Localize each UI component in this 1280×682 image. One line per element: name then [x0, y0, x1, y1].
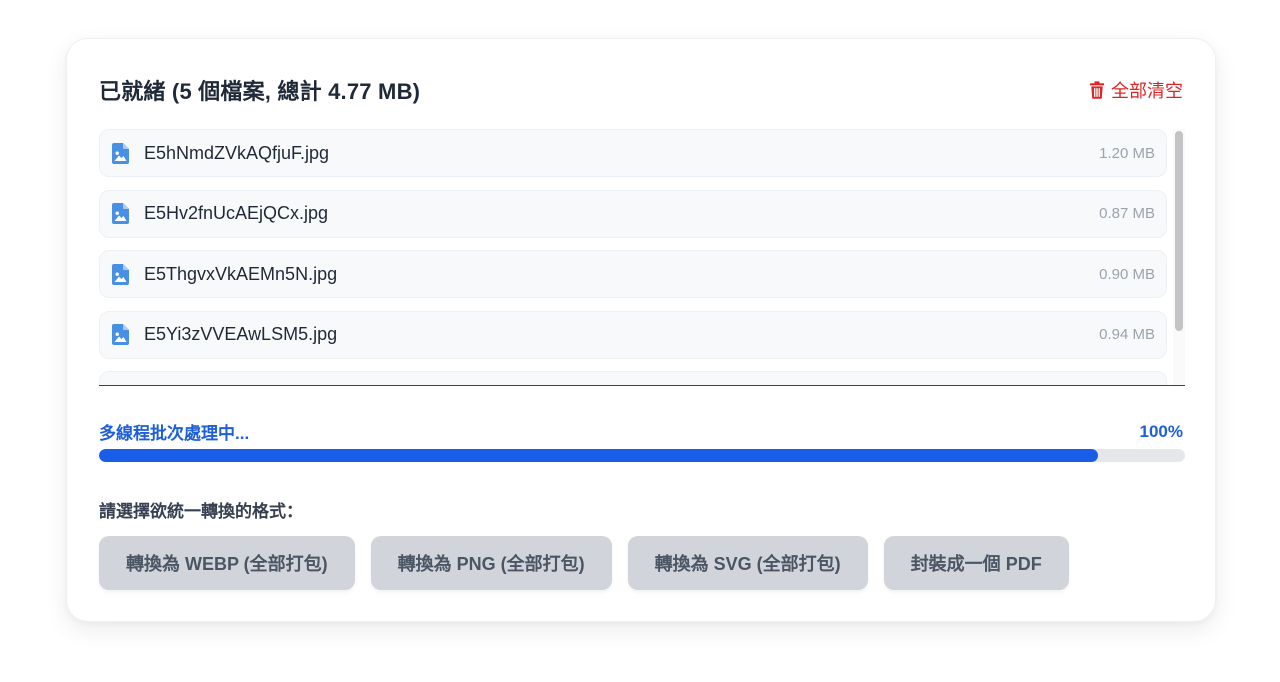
convert-svg-button[interactable]: 轉換為 SVG (全部打包) [627, 536, 868, 590]
convert-buttons: 轉換為 WEBP (全部打包) 轉換為 PNG (全部打包) 轉換為 SVG (… [99, 536, 1069, 590]
convert-webp-button[interactable]: 轉換為 WEBP (全部打包) [99, 536, 355, 590]
image-file-icon [110, 384, 130, 385]
file-size: 0.94 MB [1099, 326, 1155, 344]
file-name: E5hNmdZVkAQfjuF.jpg [144, 142, 330, 163]
image-file-icon [110, 203, 130, 225]
file-row[interactable]: E5hNmdZVkAQfjuF.jpg 1.20 MB [99, 129, 1167, 177]
file-name: E5Hv2fnUcAEjQCx.jpg [144, 203, 329, 224]
file-batch-card: 已就緒 (5 個檔案, 總計 4.77 MB) 全部清空 E5hNmdZVkAQ… [66, 38, 1216, 622]
scrollbar-thumb[interactable] [1175, 131, 1183, 331]
file-list-items: E5hNmdZVkAQfjuF.jpg 1.20 MB E5Hv2fnUcAEjQC… [99, 129, 1167, 385]
file-size: 1.20 MB [1099, 144, 1155, 162]
file-size: 0.90 MB [1099, 265, 1155, 283]
clear-all-label: 全部清空 [1111, 81, 1183, 101]
file-name: E5ThgvxVkAEMn5N.jpg [144, 263, 338, 284]
ready-status-title: 已就緒 (5 個檔案, 總計 4.77 MB) [99, 79, 421, 104]
scrollbar-track[interactable] [1173, 129, 1185, 385]
progress-bar [99, 449, 1185, 462]
file-row[interactable]: E5ThgvxVkAEMn5N.jpg 0.90 MB [99, 250, 1167, 299]
clear-all-button[interactable]: 全部清空 [1089, 77, 1183, 103]
card-header: 已就緒 (5 個檔案, 總計 4.77 MB) 全部清空 [99, 73, 1183, 107]
file-size: 0.87 MB [1099, 205, 1155, 223]
progress-bar-fill [99, 449, 1099, 462]
file-name: E5Yi3zVVEAwLSM5.jpg [144, 324, 338, 345]
file-row[interactable] [99, 371, 1167, 385]
file-row[interactable]: E5Hv2fnUcAEjQCx.jpg 0.87 MB [99, 189, 1167, 238]
image-file-icon [110, 142, 130, 164]
progress-header: 多線程批次處理中... 100% [99, 419, 1183, 444]
progress-percent: 100% [1139, 421, 1183, 441]
format-prompt: 請選擇欲統一轉換的格式： [99, 502, 303, 521]
file-list[interactable]: E5hNmdZVkAQfjuF.jpg 1.20 MB E5Hv2fnUcAEjQC… [99, 129, 1185, 386]
file-row[interactable]: E5Yi3zVVEAwLSM5.jpg 0.94 MB [99, 310, 1167, 359]
image-file-icon [110, 263, 130, 285]
convert-png-button[interactable]: 轉換為 PNG (全部打包) [370, 536, 612, 590]
image-file-icon [110, 324, 130, 346]
progress-label: 多線程批次處理中... [99, 424, 250, 443]
package-pdf-button[interactable]: 封裝成一個 PDF [883, 536, 1069, 590]
trash-icon [1089, 81, 1105, 99]
